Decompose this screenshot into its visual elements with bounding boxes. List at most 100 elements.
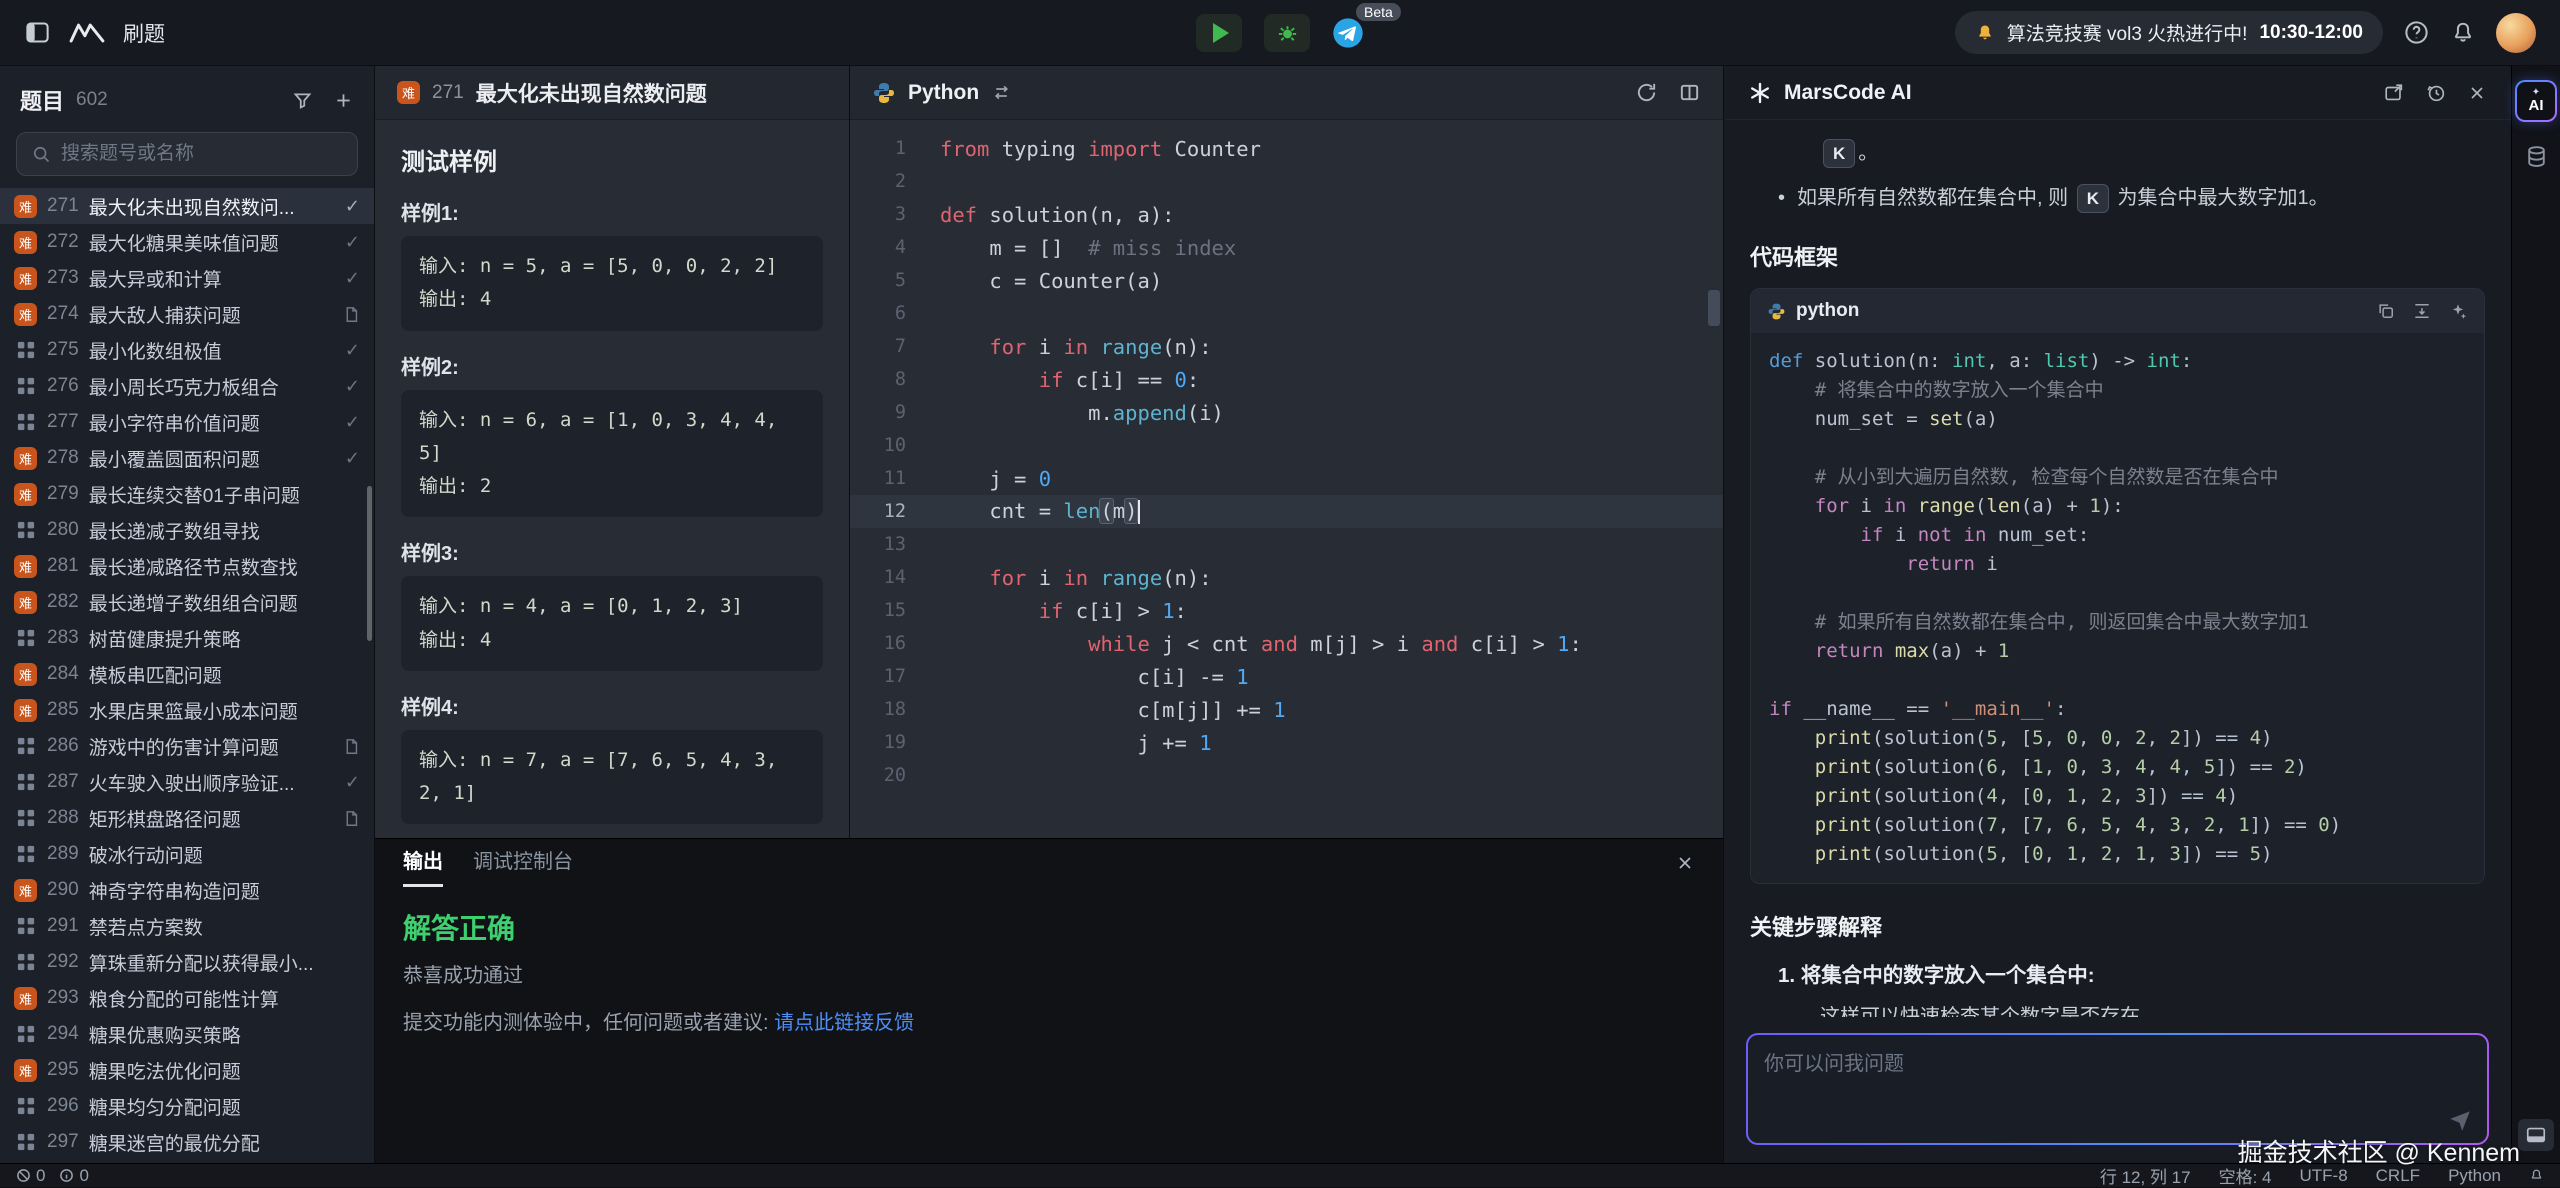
line-number: 10 — [850, 435, 940, 456]
problem-list-item[interactable]: 难278最小覆盖圆面积问题✓ — [0, 440, 374, 476]
ai-code[interactable]: def solution(n: int, a: list) -> int: # … — [1751, 333, 2484, 883]
code-language-label: python — [1796, 300, 1859, 322]
problem-number: 296 — [47, 1095, 79, 1117]
problem-list-item[interactable]: 292算珠重新分配以获得最小... — [0, 944, 374, 980]
code-frame-heading: 代码框架 — [1750, 240, 2485, 272]
filter-button[interactable] — [292, 90, 313, 111]
code-line: 9 m.append(i) — [850, 396, 1723, 429]
rewards-icon[interactable] — [2524, 144, 2549, 169]
language-label: Python — [908, 81, 979, 105]
problem-list-item[interactable]: 283树苗健康提升策略 — [0, 620, 374, 656]
user-avatar[interactable] — [2496, 13, 2536, 53]
ai-chip-label: AI — [2529, 98, 2544, 114]
problem-title: 矩形棋盘路径问题 — [89, 805, 333, 832]
feedback-text: 提交功能内测体验中，任何问题或者建议: — [403, 1012, 774, 1034]
toggle-bottom-panel-button[interactable] — [2518, 1119, 2554, 1151]
debug-button[interactable] — [1264, 14, 1310, 52]
open-in-window-icon[interactable] — [2383, 82, 2405, 104]
notification-button[interactable] — [2450, 20, 2476, 46]
ai-code-line: if i not in num_set: — [1769, 521, 2466, 550]
statusbar-bell-icon[interactable] — [2529, 1168, 2544, 1183]
problem-list-item[interactable]: 294糖果优惠购买策略 — [0, 1016, 374, 1052]
close-ai-panel-button[interactable] — [2467, 82, 2487, 104]
problem-list-item[interactable]: 288 矩形棋盘路径问题 — [0, 800, 374, 836]
switch-language-icon[interactable] — [991, 82, 1012, 103]
insert-code-icon[interactable] — [2412, 301, 2432, 321]
code-text: cnt = len(m) — [940, 499, 1140, 524]
code-text: m = [] # miss index — [940, 236, 1236, 260]
problem-list-item[interactable]: 280最长递减子数组寻找 — [0, 512, 374, 548]
code-line: 4 m = [] # miss index — [850, 231, 1723, 264]
ai-prompt-input[interactable] — [1764, 1047, 2471, 1109]
problem-list-item[interactable]: 275最小化数组极值✓ — [0, 332, 374, 368]
tab-debug-console[interactable]: 调试控制台 — [473, 840, 573, 887]
problem-list-item[interactable]: 难274最大敌人捕获问题 — [0, 296, 374, 332]
problem-list-item[interactable]: 难285水果店果篮最小成本问题 — [0, 692, 374, 728]
problem-number: 294 — [47, 1023, 79, 1045]
problem-list-item[interactable]: 291禁若点方案数 — [0, 908, 374, 944]
output-panel: 输出 调试控制台 解答正确 恭喜成功通过 提交功能内测体验中，任何问题或者建议:… — [375, 838, 1723, 1163]
bracket-match-highlight: ( — [1100, 499, 1112, 523]
tab-output[interactable]: 输出 — [403, 840, 443, 887]
sidebar-header: 题目 602 — [0, 66, 374, 126]
sidebar-scrollbar[interactable] — [367, 486, 372, 641]
reset-code-button[interactable] — [1635, 81, 1658, 104]
help-button[interactable] — [2403, 19, 2430, 46]
problem-list-item[interactable]: 297糖果迷宫的最优分配 — [0, 1124, 374, 1160]
cursor-position[interactable]: 行 12, 列 17 — [2100, 1163, 2191, 1188]
ai-header-actions — [2383, 82, 2487, 104]
problem-list-item[interactable]: 287火车驶入驶出顺序验证...✓ — [0, 764, 374, 800]
problem-list-item[interactable]: 难281最长递减路径节点数查找 — [0, 548, 374, 584]
telegram-button[interactable] — [1332, 17, 1364, 49]
problem-list-item[interactable]: 难295糖果吃法优化问题 — [0, 1052, 374, 1088]
problem-list-item[interactable]: 难273最大异或和计算✓ — [0, 260, 374, 296]
bullet-dot — [1778, 182, 1785, 214]
sidebar-toggle-button[interactable] — [24, 19, 51, 46]
ai-assistant-button[interactable]: ✦ AI — [2515, 80, 2557, 122]
problem-list-item[interactable]: 难284模板串匹配问题 — [0, 656, 374, 692]
line-number: 7 — [850, 336, 940, 357]
add-problem-button[interactable] — [333, 90, 354, 111]
problem-list-item[interactable]: 难271最大化未出现自然数问...✓ — [0, 188, 374, 224]
ai-code-line: print(solution(6, [1, 0, 3, 4, 4, 5]) ==… — [1769, 753, 2466, 782]
difficulty-hard-icon: 难 — [14, 195, 37, 218]
line-number: 13 — [850, 534, 940, 555]
problem-list-item[interactable]: 难282最长递增子数组组合问题 — [0, 584, 374, 620]
code-text: j += 1 — [940, 731, 1212, 755]
apply-code-icon[interactable] — [2448, 301, 2468, 321]
event-banner[interactable]: 算法竞技赛 vol3 火热进行中! 10:30-12:00 — [1955, 11, 2383, 54]
close-output-button[interactable] — [1675, 853, 1695, 873]
copy-code-icon[interactable] — [2376, 301, 2396, 321]
search-box[interactable] — [16, 132, 358, 176]
problem-title: 神奇字符串构造问题 — [89, 877, 360, 904]
history-icon[interactable] — [2425, 82, 2447, 104]
check-icon: ✓ — [345, 448, 360, 469]
problem-list-item[interactable]: 难279最长连续交替01子串问题 — [0, 476, 374, 512]
problem-list-item[interactable]: 难290神奇字符串构造问题 — [0, 872, 374, 908]
code-line: 6 — [850, 297, 1723, 330]
editor-code: 1from typing import Counter2 3def soluti… — [850, 132, 1723, 792]
split-view-button[interactable] — [1678, 81, 1701, 104]
search-input[interactable] — [61, 143, 343, 165]
ai-code-line: num_set = set(a) — [1769, 405, 2466, 434]
difficulty-hard-icon: 难 — [14, 879, 37, 902]
editor-scrollbar[interactable] — [1708, 290, 1720, 326]
code-text: c = Counter(a) — [940, 269, 1162, 293]
run-button[interactable] — [1196, 14, 1242, 52]
code-editor[interactable]: 1from typing import Counter2 3def soluti… — [850, 120, 1723, 838]
feedback-link[interactable]: 请点此链接反馈 — [774, 1012, 914, 1034]
problem-list-item[interactable]: 难272最大化糖果美味值问题✓ — [0, 224, 374, 260]
problem-grid-icon — [14, 843, 37, 866]
main-area: 题目 602 难271最大化未出现自然数问...✓难272最大化糖果美味值问题 — [0, 66, 2560, 1163]
problem-list-item[interactable]: 286游戏中的伤害计算问题 — [0, 728, 374, 764]
send-icon[interactable] — [2447, 1107, 2473, 1133]
problem-list-item[interactable]: 296糖果均匀分配问题 — [0, 1088, 374, 1124]
ai-prompt-box[interactable] — [1746, 1033, 2489, 1145]
problem-list-item[interactable]: 289破冰行动问题 — [0, 836, 374, 872]
problem-list-item[interactable]: 难293粮食分配的可能性计算 — [0, 980, 374, 1016]
error-count[interactable]: 0 — [16, 1166, 45, 1186]
problem-list-item[interactable]: 276最小周长巧克力板组合✓ — [0, 368, 374, 404]
problem-list-item[interactable]: 277最小字符串价值问题✓ — [0, 404, 374, 440]
info-count[interactable]: 0 — [59, 1166, 88, 1186]
problem-number: 288 — [47, 807, 79, 829]
